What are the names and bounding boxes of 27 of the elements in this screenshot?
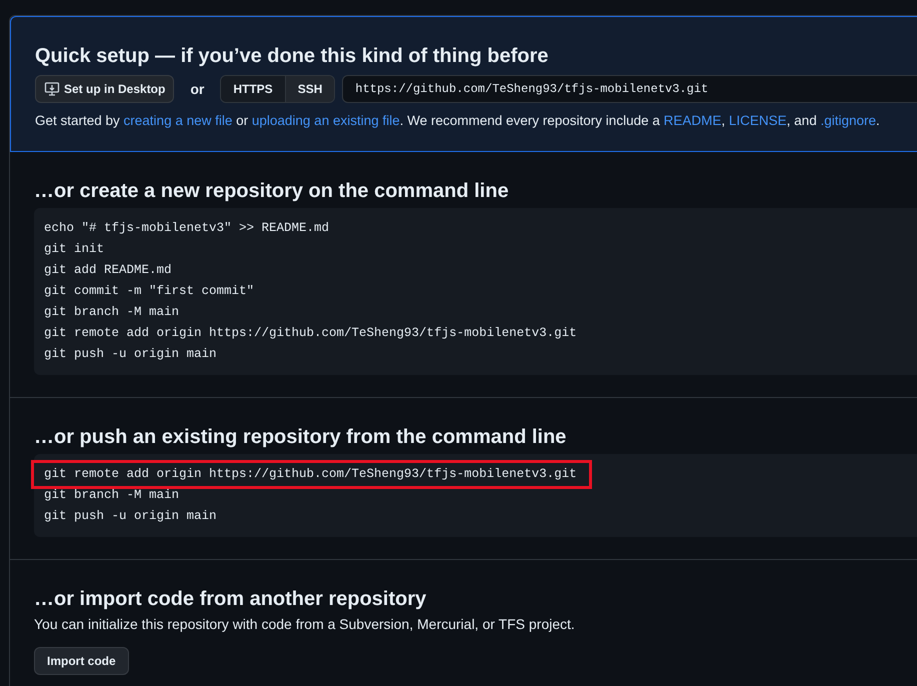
- section-title: …or import code from another repository: [34, 587, 428, 612]
- help-link[interactable]: LICENSE: [728, 113, 787, 128]
- quick-setup-title: Quick setup — if you’ve done this kind of thing before: [35, 44, 550, 69]
- import-description: You can initialize this repository with code from a Subversion, Mercurial, or TFS project.: [34, 615, 576, 634]
- code-line: git push -u origin main: [44, 508, 217, 526]
- code-line: git commit -m "first commit": [44, 283, 254, 300]
- section-title: …or push an existing repository from the command line: [34, 425, 568, 450]
- desktop-button[interactable]: Set up in Desktop: [35, 75, 174, 103]
- clone-url-field[interactable]: https://github.com/TeSheng93/tfjs-mobilenetv3.git: [342, 75, 917, 103]
- help-link[interactable]: uploading an existing file: [252, 113, 400, 128]
- help-link[interactable]: .gitignore: [820, 113, 876, 128]
- protocol-tab[interactable]: SSH: [284, 76, 334, 102]
- help-text: Get started by creating a new file or uploading an existing file. We recommend every repository include a README, LICENSE, and .gitignore.: [35, 112, 881, 130]
- desktop-icon: [44, 81, 60, 97]
- section-title: …or create a new repository on the command line: [34, 179, 510, 204]
- or-label: or: [190, 80, 204, 98]
- code-line: git init: [44, 241, 104, 258]
- help-link[interactable]: README: [664, 113, 722, 128]
- code-line: git remote add origin https://github.com/TeSheng93/tfjs-mobilenetv3.git: [44, 325, 577, 342]
- code-line: git branch -M main: [44, 487, 180, 504]
- help-link[interactable]: creating a new file: [124, 113, 232, 128]
- protocol-tab[interactable]: HTTPS: [221, 76, 285, 102]
- code-line: git branch -M main: [44, 304, 180, 322]
- import-code-button[interactable]: Import code: [34, 647, 129, 676]
- code-line: git add README.md: [44, 262, 172, 280]
- code-line: echo "# tfjs-mobilenetv3" >> README.md: [44, 220, 330, 238]
- code-line: git push -u origin main: [44, 346, 217, 364]
